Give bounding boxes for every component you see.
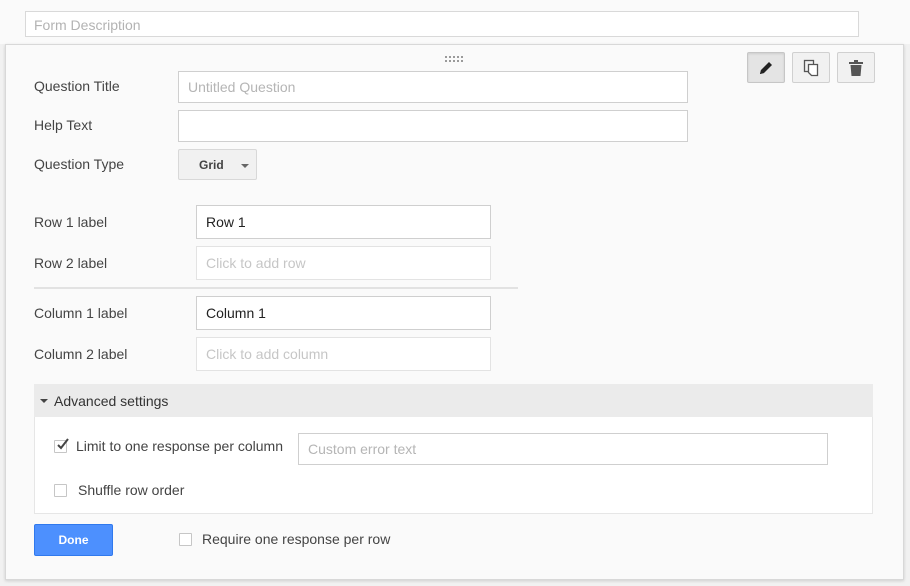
- shuffle-rows-label: Shuffle row order: [78, 482, 185, 498]
- help-text-input[interactable]: [178, 110, 688, 142]
- form-description-field[interactable]: Form Description: [25, 11, 859, 37]
- column-1-label: Column 1 label: [34, 305, 128, 321]
- pencil-icon: [760, 61, 772, 74]
- trash-icon: [849, 59, 863, 76]
- row-2-label: Row 2 label: [34, 255, 108, 271]
- row-1-label: Row 1 label: [34, 214, 108, 230]
- column-2-label: Column 2 label: [34, 346, 128, 362]
- require-response-label: Require one response per row: [202, 531, 391, 547]
- column-1-input[interactable]: Column 1: [196, 296, 491, 330]
- edit-button[interactable]: [747, 52, 785, 83]
- drag-handle-icon[interactable]: [444, 55, 464, 63]
- shuffle-rows-checkbox[interactable]: [54, 484, 67, 497]
- question-type-label: Question Type: [34, 156, 125, 172]
- limit-response-label: Limit to one response per column: [76, 438, 283, 454]
- question-title-input[interactable]: Untitled Question: [178, 71, 688, 103]
- column-2-input[interactable]: Click to add column: [196, 337, 491, 371]
- rows-columns-divider: [34, 287, 518, 289]
- triangle-down-icon: [40, 399, 48, 403]
- question-type-select[interactable]: Grid: [178, 149, 257, 180]
- row-1-input[interactable]: Row 1: [196, 205, 491, 239]
- row-2-input[interactable]: Click to add row: [196, 246, 491, 280]
- done-button[interactable]: Done: [34, 524, 113, 556]
- advanced-settings-panel: Limit to one response per column Custom …: [34, 417, 873, 514]
- duplicate-icon: [803, 59, 819, 76]
- checkmark-icon: [57, 438, 69, 450]
- question-editor-card: Question Title Untitled Question Help Te…: [5, 44, 904, 580]
- advanced-settings-label: Advanced settings: [54, 392, 169, 409]
- delete-button[interactable]: [837, 52, 875, 83]
- custom-error-input[interactable]: Custom error text: [298, 433, 828, 465]
- advanced-settings-toggle[interactable]: Advanced settings: [34, 384, 873, 417]
- chevron-down-icon: [241, 164, 249, 168]
- question-type-value: Grid: [199, 157, 224, 172]
- question-title-label: Question Title: [34, 78, 120, 94]
- require-response-checkbox[interactable]: [179, 533, 192, 546]
- duplicate-button[interactable]: [792, 52, 830, 83]
- help-text-label: Help Text: [34, 117, 93, 133]
- limit-response-checkbox[interactable]: [54, 438, 69, 453]
